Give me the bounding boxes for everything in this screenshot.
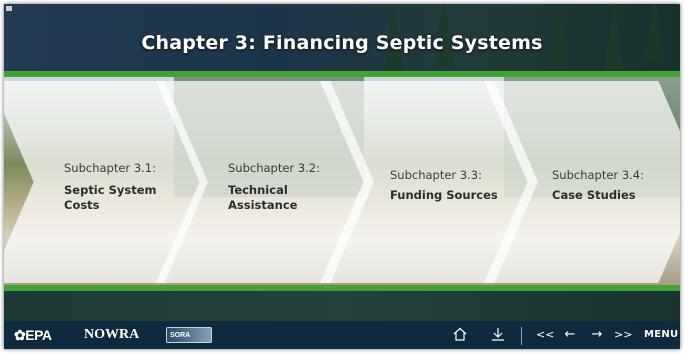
water-strip	[4, 291, 680, 321]
home-icon[interactable]	[451, 327, 469, 346]
first-page-button[interactable]: <<	[536, 327, 554, 343]
sora-logo: SORA	[166, 327, 212, 343]
home-icon-glyph	[453, 327, 467, 341]
last-page-button[interactable]: >>	[614, 327, 632, 343]
download-icon[interactable]	[489, 327, 507, 346]
page-title: Chapter 3: Financing Septic Systems	[141, 32, 543, 54]
next-button[interactable]: →	[588, 327, 606, 343]
nowra-logo: NOWRA	[84, 327, 140, 342]
toolbar-separator	[521, 327, 522, 345]
navigation-toolbar: ✿EPA NOWRA SORA << ← → >> MENU	[4, 321, 680, 349]
subchapter-title: Funding Sources	[390, 188, 498, 202]
subchapter-label: Subchapter 3.1:	[64, 161, 156, 175]
subchapter-title: Technical Assistance	[228, 183, 298, 212]
subchapter-label: Subchapter 3.4:	[552, 168, 644, 182]
download-icon-glyph	[492, 328, 504, 341]
subchapter-label: Subchapter 3.2:	[228, 161, 320, 175]
subchapter-title: Septic System Costs	[64, 183, 157, 212]
subchapter-title: Case Studies	[552, 188, 636, 202]
subchapter-label: Subchapter 3.3:	[390, 168, 482, 182]
previous-button[interactable]: ←	[561, 327, 579, 343]
window-corner-icon	[6, 6, 12, 11]
menu-button[interactable]: MENU	[644, 327, 678, 343]
course-slide: Chapter 3: Financing Septic Systems Subc…	[4, 4, 680, 349]
epa-logo: ✿EPA	[14, 327, 52, 343]
epa-seal-icon: ✿	[14, 327, 26, 343]
